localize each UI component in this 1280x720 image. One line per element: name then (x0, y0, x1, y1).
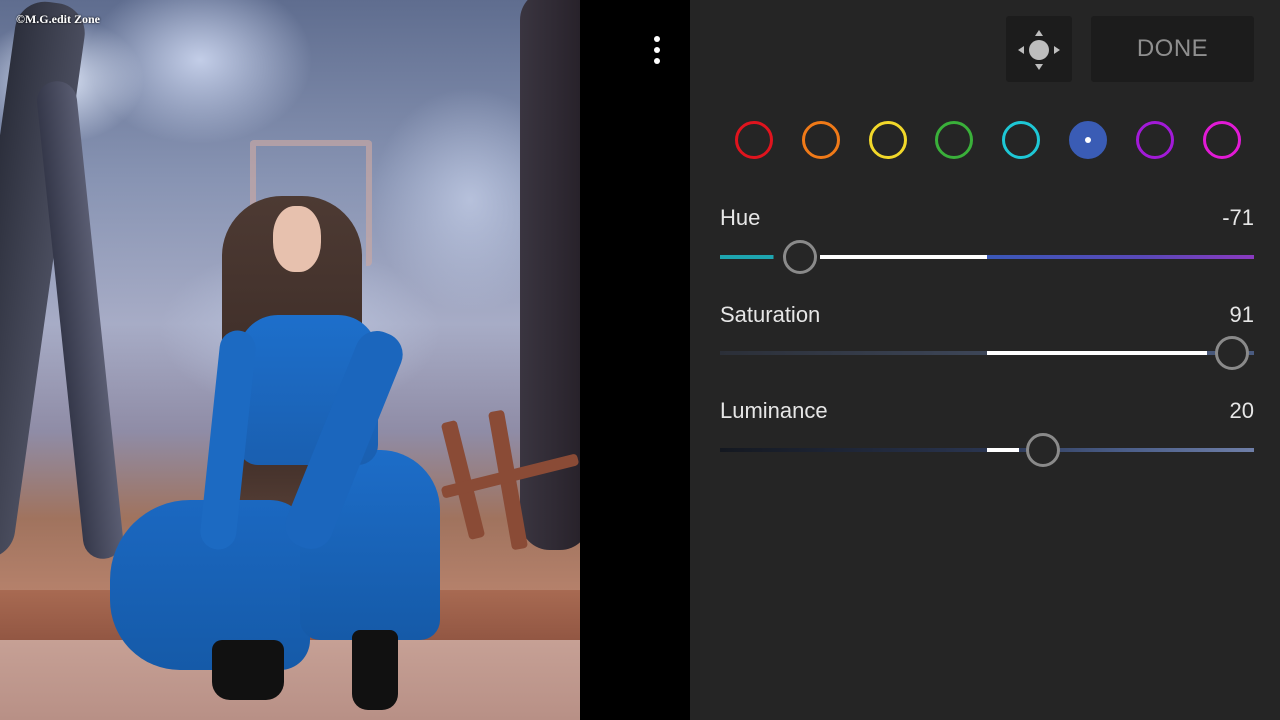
saturation-label: Saturation (720, 302, 821, 327)
color-swatch-orange[interactable] (801, 121, 840, 159)
color-swatch-aqua[interactable] (1002, 121, 1041, 159)
watermark: ©M.G.edit Zone (16, 12, 100, 26)
model-figure (0, 0, 580, 720)
photo-preview: ©M.G.edit Zone (0, 0, 580, 720)
right-shoe (352, 630, 398, 710)
luminance-value: 20 (1229, 398, 1254, 423)
saturation-slider-thumb[interactable] (1215, 336, 1249, 370)
luminance-slider-fill (987, 448, 1019, 452)
saturation-slider-fill (987, 351, 1207, 355)
more-vertical-icon[interactable] (652, 36, 662, 66)
hue-slider-thumb[interactable] (783, 240, 817, 274)
color-swatch-magenta[interactable] (1202, 121, 1241, 159)
color-swatch-purple[interactable] (1135, 121, 1174, 159)
divider-strip (580, 0, 690, 720)
target-adjust-button[interactable] (1006, 16, 1072, 82)
color-swatch-yellow[interactable] (868, 121, 907, 159)
done-button[interactable]: DONE (1091, 16, 1254, 82)
hue-slider-track[interactable] (720, 240, 1254, 274)
target-adjust-icon (1018, 30, 1060, 70)
color-swatch-blue[interactable] (1069, 121, 1107, 159)
luminance-label: Luminance (720, 398, 828, 423)
color-swatch-red[interactable] (735, 121, 773, 159)
left-shoe (212, 640, 284, 700)
saturation-value: 91 (1229, 302, 1254, 327)
hue-value: -71 (1222, 205, 1254, 230)
saturation-slider-track[interactable] (720, 336, 1254, 370)
luminance-slider-thumb[interactable] (1026, 433, 1060, 467)
hue-slider-fill (820, 255, 987, 259)
face (273, 206, 321, 272)
luminance-slider-track[interactable] (720, 433, 1254, 467)
hue-label: Hue (720, 205, 761, 230)
color-mix-panel (690, 0, 1280, 720)
